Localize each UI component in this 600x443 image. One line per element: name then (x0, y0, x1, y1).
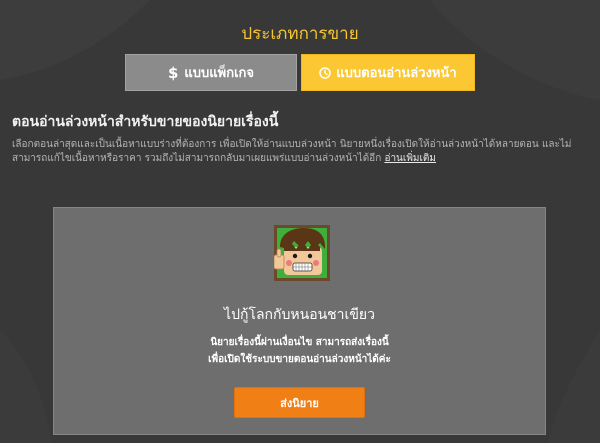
description-line-2-text: สามารถแก้ไขเนื้อหาหรือราคา รวมถึงไม่สามา… (12, 153, 382, 164)
package-sale-type-button[interactable]: $ แบบแพ็กเกจ (125, 54, 297, 91)
send-novel-button[interactable]: ส่งนิยาย (234, 387, 365, 418)
section-heading: ตอนอ่านล่วงหน้าสำหรับขายของนิยายเรื่องนี… (12, 114, 279, 130)
eligibility-message-line-1: นิยายเรื่องนี้ผ่านเงื่อนไข สามารถส่งเรื่… (210, 337, 389, 348)
learn-more-link[interactable]: อ่านเพิ่มเติม (384, 153, 436, 164)
page-title: ประเภทการขาย (241, 24, 359, 44)
eligibility-message: นิยายเรื่องนี้ผ่านเงื่อนไข สามารถส่งเรื่… (54, 334, 545, 368)
novel-eligibility-card: ไปกู้โลกกับหนอนชาเขียว นิยายเรื่องนี้ผ่า… (53, 207, 546, 435)
package-sale-type-label: แบบแพ็กเกจ (184, 66, 255, 81)
section-description: เลือกตอนล่าสุดและเป็นเนื้อหาแบบร่างที่ต้… (12, 138, 592, 166)
mascot-thumbs-up-icon (274, 225, 330, 281)
eligibility-message-line-2: เพื่อเปิดใช้ระบบขายตอนอ่านล่วงหน้าได้ค่ะ (208, 354, 391, 365)
dollar-icon: $ (167, 63, 179, 82)
advance-read-sale-type-label: แบบตอนอ่านล่วงหน้า (336, 66, 457, 81)
clock-icon (319, 66, 332, 79)
advance-read-sale-type-button[interactable]: แบบตอนอ่านล่วงหน้า (301, 54, 475, 91)
description-line-1: เลือกตอนล่าสุดและเป็นเนื้อหาแบบร่างที่ต้… (12, 139, 572, 150)
novel-title: ไปกู้โลกกับหนอนชาเขียว (224, 307, 375, 323)
description-line-2: สามารถแก้ไขเนื้อหาหรือราคา รวมถึงไม่สามา… (12, 152, 592, 166)
